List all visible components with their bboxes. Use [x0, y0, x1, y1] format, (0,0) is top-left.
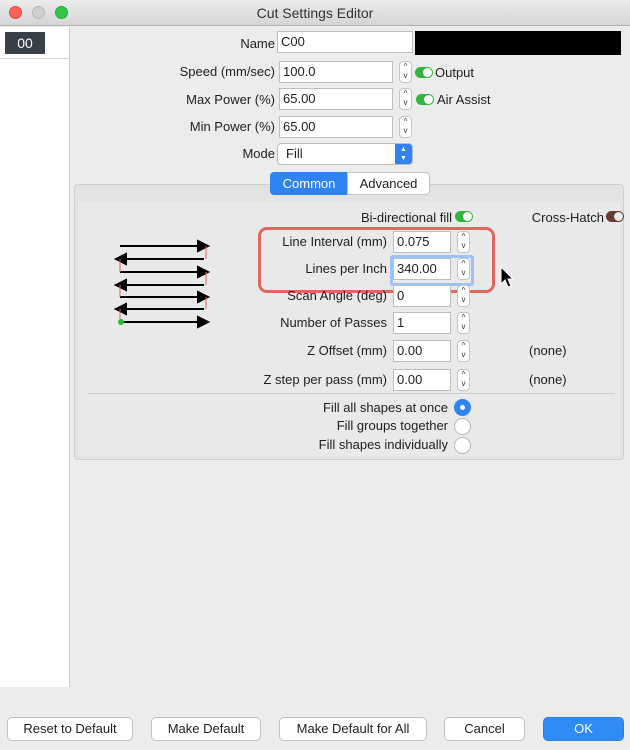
fill-pattern-icon: [113, 239, 211, 329]
title-bar: Cut Settings Editor: [0, 0, 630, 26]
make-default-for-all-button[interactable]: Make Default for All: [279, 717, 427, 741]
max-power-label: Max Power (%): [186, 92, 275, 107]
close-window-button[interactable]: [9, 6, 22, 19]
crosshatch-label: Cross-Hatch: [531, 210, 604, 225]
reset-to-default-button[interactable]: Reset to Default: [7, 717, 133, 741]
tab-common[interactable]: Common: [270, 172, 348, 195]
bidirectional-fill-toggle[interactable]: [455, 211, 473, 222]
speed-label: Speed (mm/sec): [179, 64, 275, 79]
minimize-window-button[interactable]: [32, 6, 45, 19]
z-offset-label: Z Offset (mm): [307, 343, 387, 358]
scan-angle-stepper[interactable]: ^ v: [457, 285, 470, 307]
cut-list-sidebar: 00: [0, 27, 70, 687]
fill-individually-label: Fill shapes individually: [318, 437, 448, 452]
annotation-highlight-box: [258, 227, 495, 293]
crosshatch-toggle[interactable]: [606, 211, 624, 222]
z-offset-note: (none): [529, 343, 567, 358]
max-power-stepper[interactable]: ^ v: [399, 88, 412, 110]
z-step-note: (none): [529, 372, 567, 387]
zoom-window-button[interactable]: [55, 6, 68, 19]
fill-groups-radio[interactable]: [454, 418, 471, 435]
z-offset-stepper[interactable]: ^ v: [457, 340, 470, 362]
sidebar-item-00[interactable]: 00: [5, 32, 45, 54]
min-power-stepper[interactable]: ^ v: [399, 116, 412, 138]
z-step-label: Z step per pass (mm): [263, 372, 387, 387]
bidirectional-fill-label: Bi-directional fill: [360, 210, 452, 225]
speed-field[interactable]: 100.0: [279, 61, 393, 83]
chevron-up-down-icon: ▲ ▼: [395, 144, 412, 164]
fill-options-divider: [88, 393, 615, 394]
passes-stepper[interactable]: ^ v: [457, 312, 470, 334]
scan-angle-field[interactable]: 0: [393, 285, 451, 307]
sidebar-divider: [0, 58, 70, 59]
fill-all-label: Fill all shapes at once: [322, 400, 448, 415]
layer-color-swatch[interactable]: [415, 31, 621, 55]
mouse-pointer-icon: [500, 266, 515, 288]
min-power-label: Min Power (%): [189, 119, 275, 134]
passes-label: Number of Passes: [280, 315, 387, 330]
cancel-button[interactable]: Cancel: [444, 717, 525, 741]
mode-select[interactable]: Fill ▲ ▼: [277, 143, 413, 165]
z-step-field[interactable]: 0.00: [393, 369, 451, 391]
ok-button[interactable]: OK: [543, 717, 624, 741]
max-power-field[interactable]: 65.00: [279, 88, 393, 110]
window-title: Cut Settings Editor: [256, 5, 374, 21]
output-toggle[interactable]: [415, 67, 433, 78]
fill-all-radio[interactable]: [454, 399, 471, 416]
speed-stepper[interactable]: ^ v: [399, 61, 412, 83]
make-default-button[interactable]: Make Default: [151, 717, 261, 741]
mode-value: Fill: [286, 146, 303, 161]
name-field[interactable]: C00: [277, 31, 413, 53]
name-label: Name: [240, 36, 275, 51]
fill-individually-radio[interactable]: [454, 437, 471, 454]
z-step-stepper[interactable]: ^ v: [457, 369, 470, 391]
scan-angle-label: Scan Angle (deg): [287, 288, 387, 303]
output-label: Output: [435, 65, 475, 80]
z-offset-field[interactable]: 0.00: [393, 340, 451, 362]
min-power-field[interactable]: 65.00: [279, 116, 393, 138]
mode-label: Mode: [242, 146, 275, 161]
fill-groups-label: Fill groups together: [336, 418, 448, 433]
tab-advanced[interactable]: Advanced: [347, 172, 430, 195]
air-assist-toggle[interactable]: [416, 94, 434, 105]
passes-field[interactable]: 1: [393, 312, 451, 334]
air-assist-label: Air Assist: [437, 92, 491, 107]
